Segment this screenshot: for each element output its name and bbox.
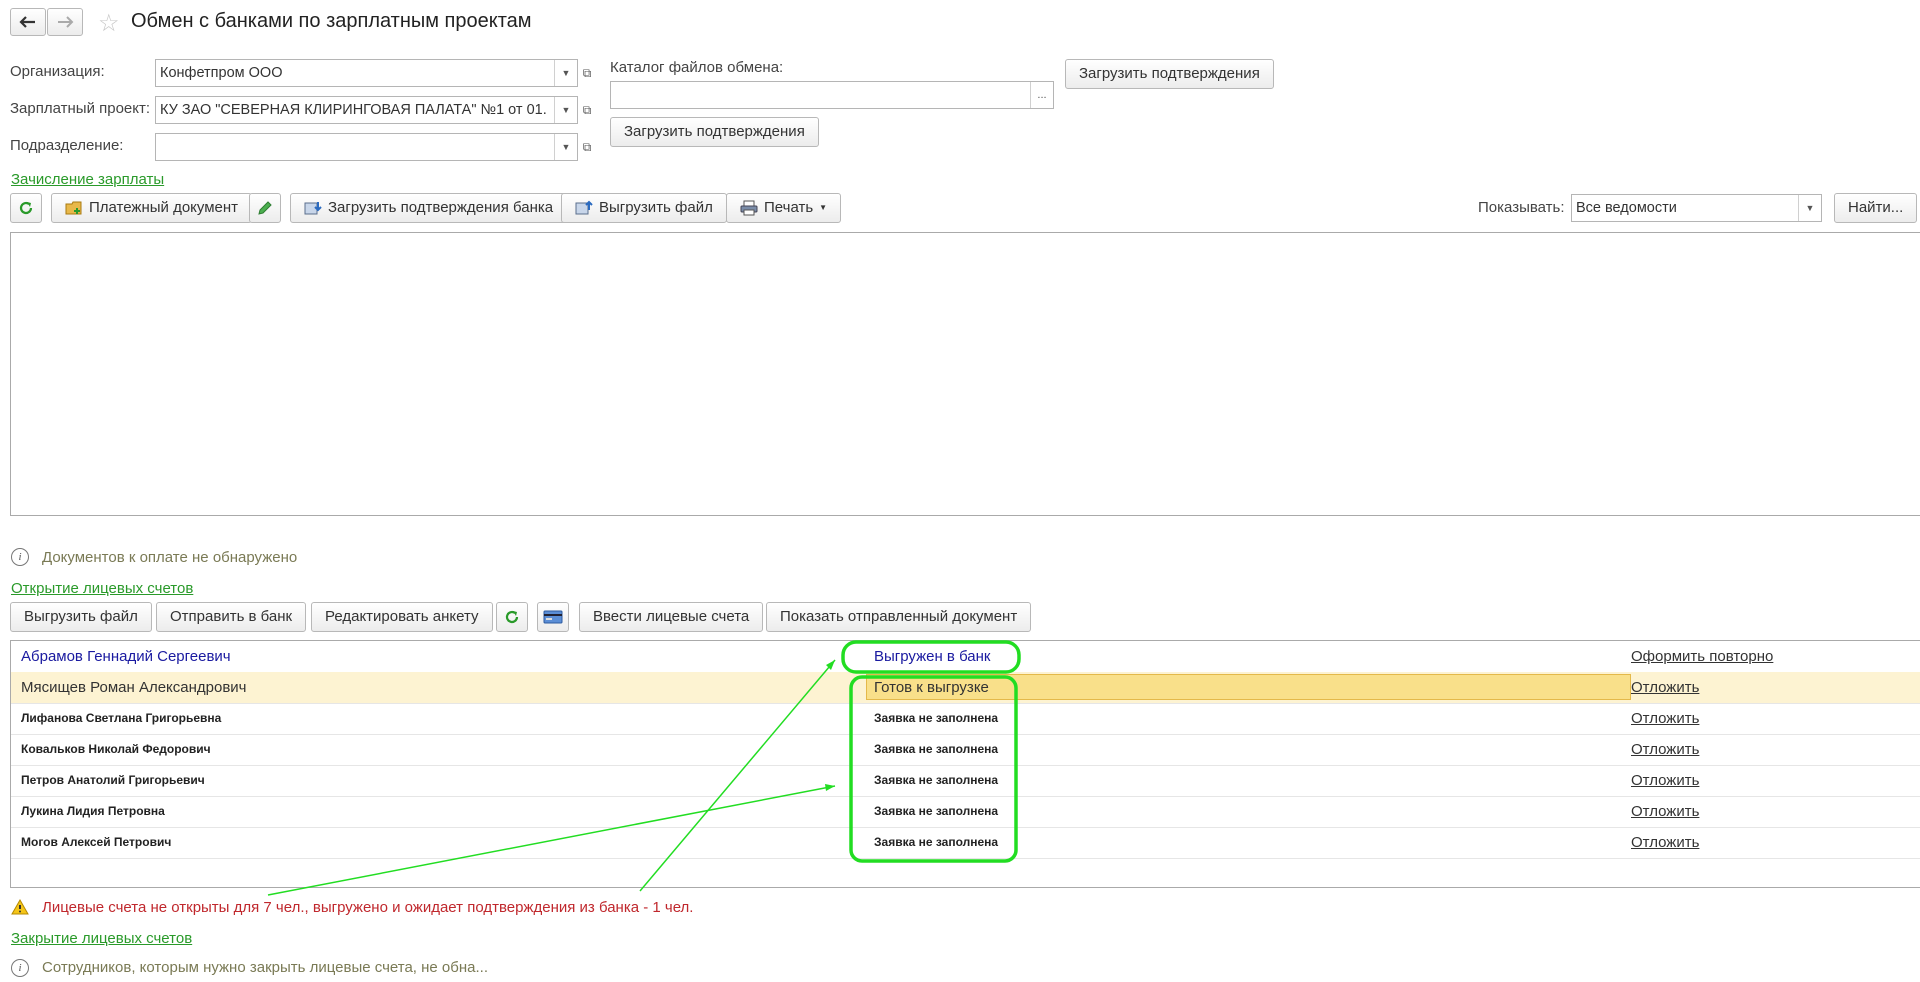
annotation-box-statuses	[849, 675, 1018, 863]
close-accounts-section-link[interactable]: Закрытие лицевых счетов	[11, 930, 192, 947]
annotation-arrow-1	[639, 659, 836, 892]
annotation-arrow-2	[267, 785, 836, 896]
warning-text: Лицевые счета не открыты для 7 чел., выг…	[42, 899, 694, 916]
info-icon: i	[11, 959, 29, 977]
closing-info-text: Сотрудников, которым нужно закрыть лицев…	[42, 959, 488, 976]
annotation-box-exported	[841, 640, 1021, 674]
annotation-overlay	[267, 640, 1021, 896]
warning-icon	[11, 898, 29, 919]
annotation-arrowhead-2	[825, 784, 835, 791]
